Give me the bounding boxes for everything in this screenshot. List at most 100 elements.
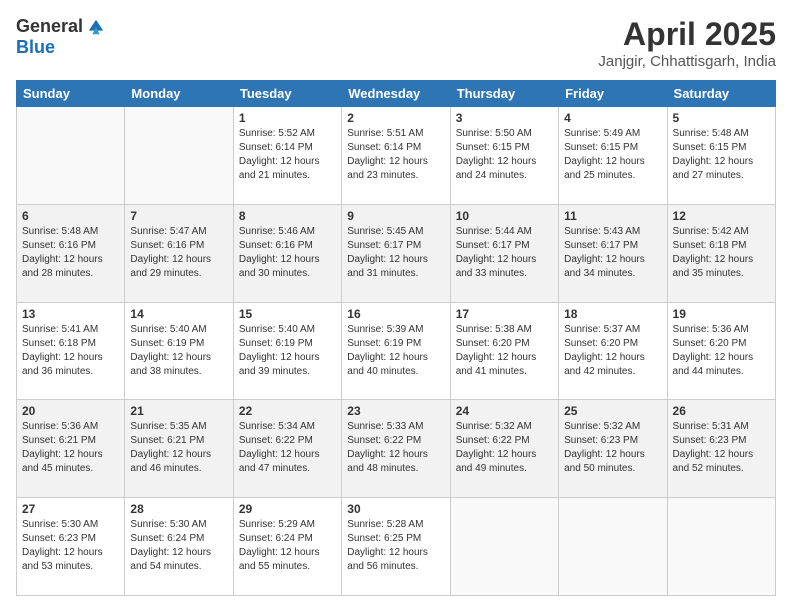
- day-info: Sunrise: 5:30 AM Sunset: 6:23 PM Dayligh…: [22, 518, 119, 574]
- day-number: 12: [673, 209, 770, 223]
- day-number: 28: [130, 502, 227, 516]
- logo-blue: Blue: [16, 37, 55, 58]
- day-info: Sunrise: 5:37 AM Sunset: 6:20 PM Dayligh…: [564, 323, 661, 379]
- calendar-cell: 4 Sunrise: 5:49 AM Sunset: 6:15 PM Daylig…: [559, 107, 667, 205]
- calendar-cell: 21 Sunrise: 5:35 AM Sunset: 6:21 PM Dayli…: [125, 400, 233, 498]
- page: General Blue April 2025 Janjgir, Chhatti…: [0, 0, 792, 612]
- day-info: Sunrise: 5:33 AM Sunset: 6:22 PM Dayligh…: [347, 420, 444, 476]
- logo-icon: [87, 18, 105, 36]
- day-number: 10: [456, 209, 553, 223]
- calendar-cell: 18 Sunrise: 5:37 AM Sunset: 6:20 PM Dayli…: [559, 302, 667, 400]
- day-number: 3: [456, 111, 553, 125]
- day-info: Sunrise: 5:31 AM Sunset: 6:23 PM Dayligh…: [673, 420, 770, 476]
- day-info: Sunrise: 5:39 AM Sunset: 6:19 PM Dayligh…: [347, 323, 444, 379]
- calendar-cell: 15Sunrise: 5:40 AM Sunset: 6:19 PM Dayli…: [233, 302, 341, 400]
- title-section: April 2025 Janjgir, Chhattisgarh, India: [598, 16, 776, 70]
- calendar-cell: 22 Sunrise: 5:34 AM Sunset: 6:22 PM Dayli…: [233, 400, 341, 498]
- day-number: 6: [22, 209, 119, 223]
- calendar-cell: 10 Sunrise: 5:44 AM Sunset: 6:17 PM Dayli…: [450, 204, 558, 302]
- header-saturday: Saturday: [667, 81, 775, 107]
- calendar-cell: 29Sunrise: 5:29 AM Sunset: 6:24 PM Dayli…: [233, 498, 341, 596]
- day-number: 23: [347, 404, 444, 418]
- calendar-cell: 3 Sunrise: 5:50 AM Sunset: 6:15 PM Daylig…: [450, 107, 558, 205]
- day-number: 30: [347, 502, 444, 516]
- day-number: 7: [130, 209, 227, 223]
- header-wednesday: Wednesday: [342, 81, 450, 107]
- day-number: 1: [239, 111, 336, 125]
- day-number: 9: [347, 209, 444, 223]
- calendar-cell: 26 Sunrise: 5:31 AM Sunset: 6:23 PM Dayli…: [667, 400, 775, 498]
- day-info: Sunrise: 5:46 AM Sunset: 6:16 PM Dayligh…: [239, 225, 336, 281]
- header-friday: Friday: [559, 81, 667, 107]
- day-info: Sunrise: 5:52 AM Sunset: 6:14 PM Dayligh…: [239, 127, 336, 183]
- day-info: Sunrise: 5:48 AM Sunset: 6:16 PM Dayligh…: [22, 225, 119, 281]
- day-number: 24: [456, 404, 553, 418]
- weekday-header-row: Sunday Monday Tuesday Wednesday Thursday…: [17, 81, 776, 107]
- day-number: 18: [564, 307, 661, 321]
- logo-text: General: [16, 16, 105, 37]
- calendar-cell: [125, 107, 233, 205]
- day-info: Sunrise: 5:34 AM Sunset: 6:22 PM Dayligh…: [239, 420, 336, 476]
- calendar-cell: 23 Sunrise: 5:33 AM Sunset: 6:22 PM Dayli…: [342, 400, 450, 498]
- day-info: Sunrise: 5:41 AM Sunset: 6:18 PM Dayligh…: [22, 323, 119, 379]
- day-number: 17: [456, 307, 553, 321]
- day-number: 26: [673, 404, 770, 418]
- day-info: Sunrise: 5:30 AM Sunset: 6:24 PM Dayligh…: [130, 518, 227, 574]
- day-number: 16: [347, 307, 444, 321]
- calendar-week-row: 13 Sunrise: 5:41 AM Sunset: 6:18 PM Dayli…: [17, 302, 776, 400]
- header-thursday: Thursday: [450, 81, 558, 107]
- calendar-cell: [559, 498, 667, 596]
- calendar-cell: 1 Sunrise: 5:52 AM Sunset: 6:14 PM Daylig…: [233, 107, 341, 205]
- calendar-cell: 12 Sunrise: 5:42 AM Sunset: 6:18 PM Dayli…: [667, 204, 775, 302]
- calendar-cell: 27Sunrise: 5:30 AM Sunset: 6:23 PM Dayli…: [17, 498, 125, 596]
- day-info: Sunrise: 5:32 AM Sunset: 6:22 PM Dayligh…: [456, 420, 553, 476]
- header-tuesday: Tuesday: [233, 81, 341, 107]
- day-number: 4: [564, 111, 661, 125]
- day-info: Sunrise: 5:32 AM Sunset: 6:23 PM Dayligh…: [564, 420, 661, 476]
- calendar-cell: 9 Sunrise: 5:45 AM Sunset: 6:17 PM Daylig…: [342, 204, 450, 302]
- day-info: Sunrise: 5:43 AM Sunset: 6:17 PM Dayligh…: [564, 225, 661, 281]
- day-number: 5: [673, 111, 770, 125]
- calendar-cell: 16 Sunrise: 5:39 AM Sunset: 6:19 PM Dayli…: [342, 302, 450, 400]
- logo: General Blue: [16, 16, 105, 58]
- day-number: 20: [22, 404, 119, 418]
- calendar-cell: 2 Sunrise: 5:51 AM Sunset: 6:14 PM Daylig…: [342, 107, 450, 205]
- day-number: 15: [239, 307, 336, 321]
- day-info: Sunrise: 5:45 AM Sunset: 6:17 PM Dayligh…: [347, 225, 444, 281]
- day-info: Sunrise: 5:28 AM Sunset: 6:25 PM Dayligh…: [347, 518, 444, 574]
- calendar-cell: [450, 498, 558, 596]
- header-monday: Monday: [125, 81, 233, 107]
- day-number: 13: [22, 307, 119, 321]
- calendar-cell: 19Sunrise: 5:36 AM Sunset: 6:20 PM Dayli…: [667, 302, 775, 400]
- calendar-cell: 30 Sunrise: 5:28 AM Sunset: 6:25 PM Dayli…: [342, 498, 450, 596]
- calendar-cell: 28 Sunrise: 5:30 AM Sunset: 6:24 PM Dayli…: [125, 498, 233, 596]
- calendar-cell: 8Sunrise: 5:46 AM Sunset: 6:16 PM Daylig…: [233, 204, 341, 302]
- calendar: Sunday Monday Tuesday Wednesday Thursday…: [16, 80, 776, 596]
- calendar-cell: 20 Sunrise: 5:36 AM Sunset: 6:21 PM Dayli…: [17, 400, 125, 498]
- day-info: Sunrise: 5:36 AM Sunset: 6:21 PM Dayligh…: [22, 420, 119, 476]
- day-info: Sunrise: 5:35 AM Sunset: 6:21 PM Dayligh…: [130, 420, 227, 476]
- day-number: 19: [673, 307, 770, 321]
- day-info: Sunrise: 5:40 AM Sunset: 6:19 PM Dayligh…: [130, 323, 227, 379]
- day-info: Sunrise: 5:50 AM Sunset: 6:15 PM Dayligh…: [456, 127, 553, 183]
- calendar-cell: 25Sunrise: 5:32 AM Sunset: 6:23 PM Dayli…: [559, 400, 667, 498]
- day-number: 21: [130, 404, 227, 418]
- calendar-cell: 5Sunrise: 5:48 AM Sunset: 6:15 PM Daylig…: [667, 107, 775, 205]
- day-info: Sunrise: 5:38 AM Sunset: 6:20 PM Dayligh…: [456, 323, 553, 379]
- day-info: Sunrise: 5:51 AM Sunset: 6:14 PM Dayligh…: [347, 127, 444, 183]
- day-number: 14: [130, 307, 227, 321]
- day-info: Sunrise: 5:29 AM Sunset: 6:24 PM Dayligh…: [239, 518, 336, 574]
- calendar-cell: 11Sunrise: 5:43 AM Sunset: 6:17 PM Dayli…: [559, 204, 667, 302]
- day-number: 2: [347, 111, 444, 125]
- logo-general: General: [16, 16, 83, 37]
- calendar-cell: 24 Sunrise: 5:32 AM Sunset: 6:22 PM Dayli…: [450, 400, 558, 498]
- calendar-week-row: 20 Sunrise: 5:36 AM Sunset: 6:21 PM Dayli…: [17, 400, 776, 498]
- day-info: Sunrise: 5:42 AM Sunset: 6:18 PM Dayligh…: [673, 225, 770, 281]
- day-info: Sunrise: 5:44 AM Sunset: 6:17 PM Dayligh…: [456, 225, 553, 281]
- calendar-week-row: 27Sunrise: 5:30 AM Sunset: 6:23 PM Dayli…: [17, 498, 776, 596]
- day-info: Sunrise: 5:49 AM Sunset: 6:15 PM Dayligh…: [564, 127, 661, 183]
- day-number: 22: [239, 404, 336, 418]
- calendar-cell: [17, 107, 125, 205]
- calendar-cell: 13 Sunrise: 5:41 AM Sunset: 6:18 PM Dayli…: [17, 302, 125, 400]
- header-sunday: Sunday: [17, 81, 125, 107]
